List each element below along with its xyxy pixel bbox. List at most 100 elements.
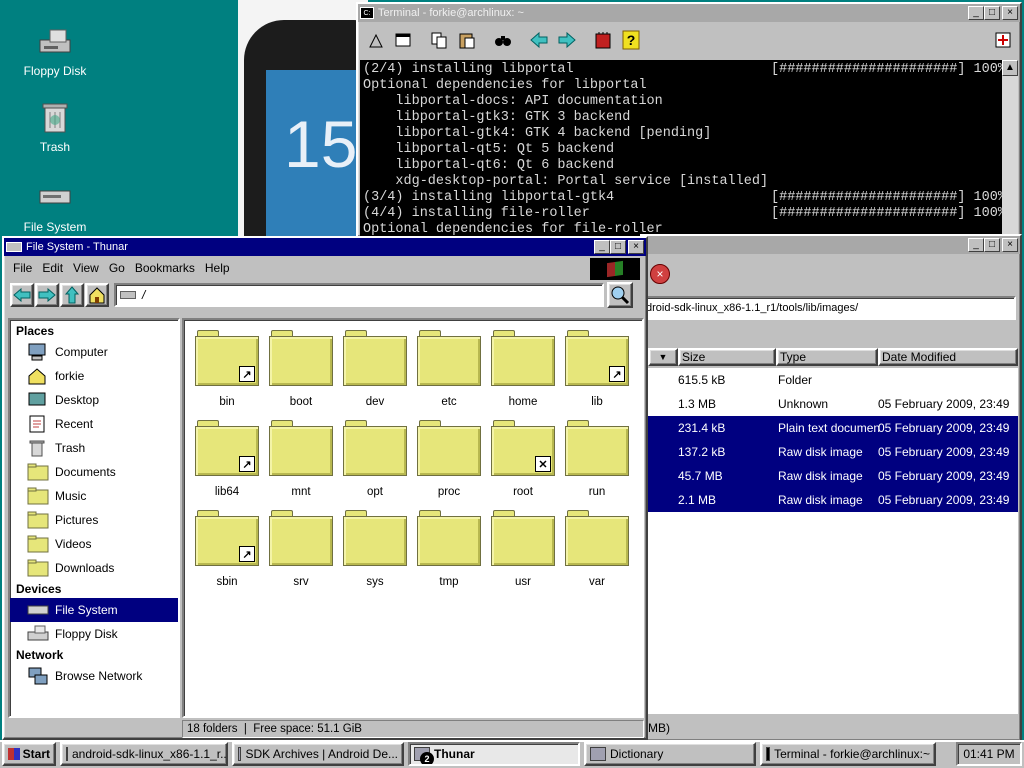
sidebar-item-documents[interactable]: Documents (10, 460, 178, 484)
close-button[interactable]: × (628, 240, 644, 254)
next-icon[interactable] (554, 27, 580, 53)
stop-icon[interactable]: × (650, 264, 670, 284)
folder-item[interactable]: opt (338, 420, 412, 498)
sidebar-item-trash[interactable]: Trash (10, 436, 178, 460)
system-tray-clock[interactable]: 01:41 PM (956, 742, 1022, 766)
copy-icon[interactable] (426, 27, 452, 53)
thunar-titlebar[interactable]: File System - Thunar _ □ × (4, 238, 646, 256)
menu-edit[interactable]: Edit (37, 261, 68, 275)
sidebar-item-recent[interactable]: Recent (10, 412, 178, 436)
home-button[interactable] (85, 283, 109, 307)
maximize-button[interactable]: □ (984, 6, 1000, 20)
archive-file-row[interactable]: 615.5 kB Folder (648, 368, 1018, 392)
folder-item[interactable]: run (560, 420, 634, 498)
desktop-icon-file-system[interactable]: File System (10, 180, 100, 234)
taskbar-button[interactable]: Dictionary (584, 742, 756, 766)
folder-item[interactable]: ↗ bin (190, 330, 264, 408)
sidebar-item-desktop[interactable]: Desktop (10, 388, 178, 412)
close-button[interactable]: × (1002, 238, 1018, 252)
terminal-scrollbar[interactable]: ▲ (1002, 60, 1018, 236)
folder-item[interactable]: var (560, 510, 634, 588)
folder-item[interactable]: home (486, 330, 560, 408)
sidebar-item-browse-network[interactable]: Browse Network (10, 664, 178, 688)
folder-item[interactable]: dev (338, 330, 412, 408)
menu-bookmarks[interactable]: Bookmarks (130, 261, 200, 275)
forward-button[interactable] (35, 283, 59, 307)
terminal-output[interactable]: (2/4) installing libportal [#############… (360, 60, 1004, 236)
desktop-icon-trash[interactable]: Trash (10, 100, 100, 154)
menu-go[interactable]: Go (104, 261, 130, 275)
sort-column-button[interactable]: ▼ (648, 348, 678, 366)
terminal-titlebar[interactable]: C: Terminal - forkie@archlinux: ~ _ □ × (358, 4, 1020, 22)
maximize-button[interactable]: □ (984, 238, 1000, 252)
pictures-folder-icon (26, 510, 50, 530)
sidebar-item-forkie[interactable]: forkie (10, 364, 178, 388)
minimize-button[interactable]: _ (968, 6, 984, 20)
archive-file-row[interactable]: 1.3 MB Unknown 05 February 2009, 23:49 (648, 392, 1018, 416)
archive-file-row[interactable]: 45.7 MB Raw disk image 05 February 2009, 2… (648, 464, 1018, 488)
archive-file-row[interactable]: 231.4 kB Plain text document 05 February 2… (648, 416, 1018, 440)
find-icon[interactable] (490, 27, 516, 53)
archive-file-row[interactable]: 2.1 MB Raw disk image 05 February 2009, 23… (648, 488, 1018, 512)
sidebar-item-file-system[interactable]: File System (10, 598, 178, 622)
folder-label: usr (515, 576, 531, 588)
folder-item[interactable]: srv (264, 510, 338, 588)
settings-icon[interactable] (590, 27, 616, 53)
sidebar-item-videos[interactable]: Videos (10, 532, 178, 556)
taskbar-button[interactable]: Terminal - forkie@archlinux:~ (760, 742, 936, 766)
new-window-icon[interactable] (390, 27, 416, 53)
archive-cell-size: 231.4 kB (678, 421, 726, 435)
folder-item[interactable]: ↗ lib64 (190, 420, 264, 498)
minimize-button[interactable]: _ (968, 238, 984, 252)
fullscreen-icon[interactable] (990, 27, 1016, 53)
menu-view[interactable]: View (68, 261, 104, 275)
start-logo-icon (8, 748, 20, 760)
folder-item[interactable]: ↗ lib (560, 330, 634, 408)
desktop-icon-floppy-disk[interactable]: Floppy Disk (10, 24, 100, 78)
sidebar-item-floppy-disk[interactable]: Floppy Disk (10, 622, 178, 646)
help-icon[interactable]: ? (618, 27, 644, 53)
folder-item[interactable]: boot (264, 330, 338, 408)
column-header-date[interactable]: Date Modified (878, 348, 1018, 366)
sidebar-item-label: Browse Network (55, 669, 143, 683)
up-button[interactable] (60, 283, 84, 307)
folder-item[interactable]: etc (412, 330, 486, 408)
folder-item[interactable]: ↗ sbin (190, 510, 264, 588)
taskbar-button-label: Terminal - forkie@archlinux:~ (774, 747, 930, 761)
search-button[interactable] (607, 282, 633, 308)
sidebar-item-computer[interactable]: Computer (10, 340, 178, 364)
folder-item[interactable]: sys (338, 510, 412, 588)
folder-item[interactable]: ✕ root (486, 420, 560, 498)
terminal-line-text: libportal-gtk3: GTK 3 backend (363, 110, 631, 125)
column-header-type[interactable]: Type (776, 348, 878, 366)
sidebar-item-pictures[interactable]: Pictures (10, 508, 178, 532)
folder-item[interactable]: proc (412, 420, 486, 498)
folder-item[interactable]: usr (486, 510, 560, 588)
archive-titlebar[interactable]: _ □ × (642, 236, 1020, 254)
taskbar-button[interactable]: 2 Thunar (408, 742, 580, 766)
location-bar[interactable]: / (114, 283, 604, 307)
start-button[interactable]: Start (2, 742, 56, 766)
folder-item[interactable]: tmp (412, 510, 486, 588)
column-header-size[interactable]: Size (678, 348, 776, 366)
sidebar-item-downloads[interactable]: Downloads (10, 556, 178, 580)
close-button[interactable]: × (1002, 6, 1018, 20)
archive-file-row[interactable]: 137.2 kB Raw disk image 05 February 2009, … (648, 440, 1018, 464)
paste-icon[interactable] (454, 27, 480, 53)
menu-help[interactable]: Help (200, 261, 235, 275)
new-tab-icon[interactable] (362, 27, 388, 53)
archive-path-field[interactable]: droid-sdk-linux_x86-1.1_r1/tools/lib/ima… (642, 296, 1016, 320)
scroll-up-button[interactable]: ▲ (1002, 60, 1018, 76)
sidebar-item-music[interactable]: Music (10, 484, 178, 508)
folder-icon: ↗ (565, 330, 629, 388)
minimize-button[interactable]: _ (594, 240, 610, 254)
dictionary-icon (590, 747, 606, 761)
folder-item[interactable]: mnt (264, 420, 338, 498)
menu-file[interactable]: File (8, 261, 37, 275)
taskbar-button[interactable]: SDK Archives | Android De... (232, 742, 404, 766)
maximize-button[interactable]: □ (610, 240, 626, 254)
back-button[interactable] (10, 283, 34, 307)
taskbar-button[interactable]: android-sdk-linux_x86-1.1_r... (60, 742, 228, 766)
folder-label: proc (437, 486, 461, 498)
previous-icon[interactable] (526, 27, 552, 53)
